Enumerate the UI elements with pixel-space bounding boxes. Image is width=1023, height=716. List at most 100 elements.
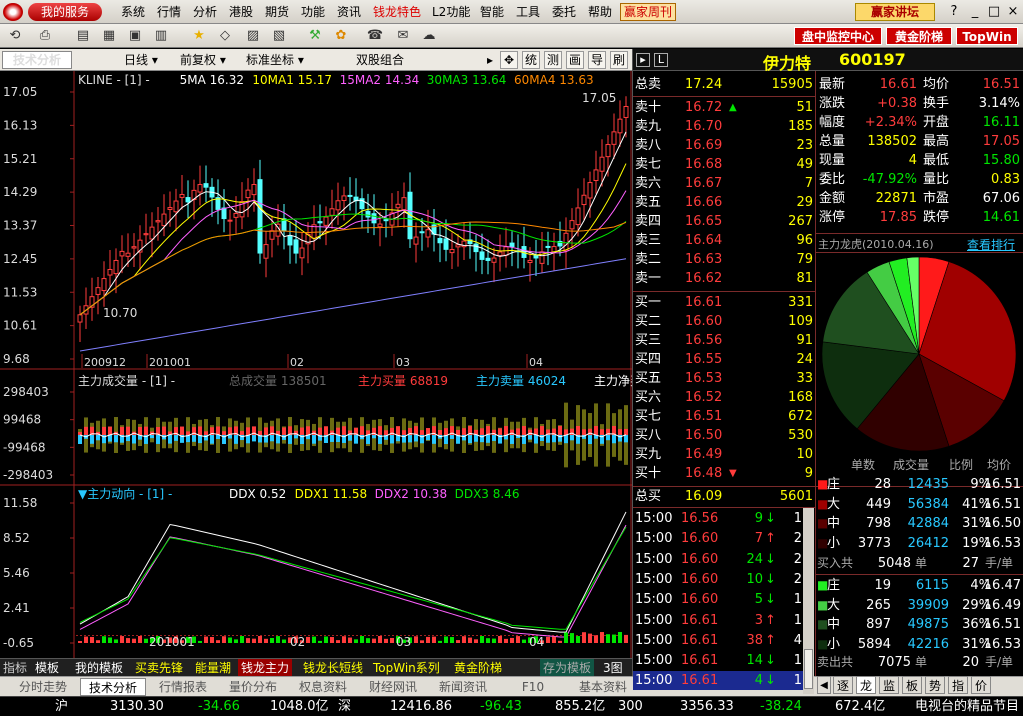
minimize-icon[interactable]: _ xyxy=(966,3,984,21)
stat-label: 最高 xyxy=(923,134,950,149)
candle-body xyxy=(233,212,239,218)
menu-4[interactable]: 期货 xyxy=(265,0,289,24)
menu-9[interactable]: 智能 xyxy=(480,0,504,24)
bid-5-price: 16.52 xyxy=(685,390,723,405)
side-tab-4[interactable]: 势 xyxy=(925,676,945,694)
table-icon[interactable]: ▦ xyxy=(100,27,118,45)
ddx-bar xyxy=(462,636,466,643)
chat-icon[interactable]: ☁ xyxy=(420,27,438,45)
side-tab-6[interactable]: 价 xyxy=(971,676,991,694)
bottom-tab-9[interactable]: 存为模板 xyxy=(540,659,595,677)
chart-icon[interactable]: ▥ xyxy=(152,27,170,45)
flow-count: 265 xyxy=(866,597,891,613)
refresh-button[interactable]: 刷 xyxy=(610,51,628,69)
nav-tab-8[interactable]: 基本资料 xyxy=(570,678,636,696)
sell-bar xyxy=(270,435,274,442)
menu-6[interactable]: 资讯 xyxy=(337,0,361,24)
nav-tab-4[interactable]: 权息资料 xyxy=(290,678,356,696)
menu-10[interactable]: 工具 xyxy=(516,0,540,24)
nav-tab-0[interactable]: 分时走势 xyxy=(10,678,76,696)
print-icon[interactable]: ⎙ xyxy=(36,27,54,45)
ranking-link[interactable]: 查看排行 xyxy=(967,236,1015,253)
kline-ytick: 11.53 xyxy=(3,285,37,299)
export-button[interactable]: 导 xyxy=(588,51,606,69)
quote-board-icon[interactable]: ▤ xyxy=(74,27,92,45)
bottom-tab-6[interactable]: 钱龙长短线 xyxy=(300,659,366,677)
sell-bar xyxy=(96,435,100,441)
maximize-icon[interactable]: □ xyxy=(985,3,1003,21)
side-prev-icon[interactable]: ◀ xyxy=(817,676,831,694)
phone-icon[interactable]: ☎ xyxy=(366,27,384,45)
panel-toggle-icon[interactable]: ▸ xyxy=(636,53,650,67)
grid-icon[interactable]: ▣ xyxy=(126,27,144,45)
kline-chart[interactable]: 17.05 16.13 15.21 14.29 13.37 12.45 11.53 10.61… xyxy=(0,71,632,658)
tick-volume: 14 xyxy=(746,653,763,669)
bottom-tab-5[interactable]: 钱龙主力 xyxy=(238,659,293,677)
side-tab-1[interactable]: 龙 xyxy=(856,676,876,694)
period-select[interactable]: 日线 ▾ xyxy=(124,49,158,71)
bottom-tab-1[interactable]: 模板 xyxy=(32,659,62,677)
side-tab-0[interactable]: 逐 xyxy=(833,676,853,694)
bottom-tab-10[interactable]: 3图 xyxy=(600,659,626,677)
bottom-tab-4[interactable]: 能量潮 xyxy=(192,659,234,677)
tag-icon[interactable]: ◇ xyxy=(216,27,234,45)
tab-technical-analysis[interactable]: 技术分析 xyxy=(2,51,72,69)
menu-0[interactable]: 系统 xyxy=(121,0,145,24)
nav-tab-6[interactable]: 新闻资讯 xyxy=(430,678,496,696)
coord-select[interactable]: 标准坐标 ▾ xyxy=(246,49,304,71)
topwin-button[interactable]: TopWin xyxy=(956,27,1018,45)
star-icon[interactable]: ★ xyxy=(190,27,208,45)
menu-1[interactable]: 行情 xyxy=(157,0,181,24)
side-tab-3[interactable]: 板 xyxy=(902,676,922,694)
weekly-button[interactable]: 赢家周刊 xyxy=(620,3,677,21)
tools-icon[interactable]: ⚒ xyxy=(306,27,324,45)
menu-12[interactable]: 帮助 xyxy=(588,0,612,24)
menu-11[interactable]: 委托 xyxy=(552,0,576,24)
buy-bar xyxy=(402,430,406,435)
tick-price: 16.61 xyxy=(681,632,719,648)
measure-button[interactable]: 测 xyxy=(544,51,562,69)
my-service-button[interactable]: 我的服务 xyxy=(28,3,102,21)
bottom-tab-7[interactable]: TopWin系列 xyxy=(370,659,443,677)
move-icon[interactable]: ✥ xyxy=(500,51,518,69)
kline-legend: 5MA 16.32 xyxy=(180,73,244,87)
menu-8[interactable]: L2功能 xyxy=(432,0,470,24)
refresh-icon[interactable]: ⟲ xyxy=(6,27,24,45)
sell-bar xyxy=(624,435,628,443)
draw-button[interactable]: 画 xyxy=(566,51,584,69)
candle-body xyxy=(569,220,575,230)
bottom-tab-8[interactable]: 黄金阶梯 xyxy=(451,659,505,677)
menu-2[interactable]: 分析 xyxy=(193,0,217,24)
menu-5[interactable]: 功能 xyxy=(301,0,325,24)
stat-button[interactable]: 统 xyxy=(522,51,540,69)
gold-ladder-button[interactable]: 黄金阶梯 xyxy=(886,27,952,45)
side-tab-5[interactable]: 指 xyxy=(948,676,968,694)
bottom-tab-3[interactable]: 买卖先锋 xyxy=(132,659,186,677)
bottom-tab-0[interactable]: 指标 xyxy=(0,659,30,677)
stat-value: 16.61 xyxy=(879,77,917,92)
close-icon[interactable]: × xyxy=(1004,3,1022,21)
nav-tab-7[interactable]: F10 xyxy=(500,678,566,696)
nav-tab-2[interactable]: 行情报表 xyxy=(150,678,216,696)
layout-icon[interactable]: ▨ xyxy=(244,27,262,45)
nav-tab-3[interactable]: 量价分布 xyxy=(220,678,286,696)
nav-tab-5[interactable]: 财经网讯 xyxy=(360,678,426,696)
level-icon[interactable]: L xyxy=(654,53,668,67)
gear-icon[interactable]: ✿ xyxy=(332,27,350,45)
restore-select[interactable]: 前复权 ▾ xyxy=(180,49,226,71)
help-icon[interactable]: ? xyxy=(945,3,963,21)
message-icon[interactable]: ✉ xyxy=(394,27,412,45)
combo-select[interactable]: 双股组合 xyxy=(356,49,404,71)
side-tab-2[interactable]: 监 xyxy=(879,676,899,694)
ddx-bar xyxy=(330,637,334,643)
lecture-button[interactable]: 赢家讲坛 xyxy=(855,3,935,21)
news-icon[interactable]: ▧ xyxy=(270,27,288,45)
buy-bar xyxy=(222,431,226,435)
bottom-tab-2[interactable]: 我的模板 xyxy=(72,659,126,677)
nav-tab-1[interactable]: 技术分析 xyxy=(80,678,146,696)
monitor-center-button[interactable]: 盘中监控中心 xyxy=(794,27,882,45)
tick-scroll-thumb[interactable] xyxy=(804,649,813,689)
menu-7[interactable]: 钱龙特色 xyxy=(373,0,421,24)
menu-3[interactable]: 港股 xyxy=(229,0,253,24)
play-icon[interactable]: ▸ xyxy=(487,49,493,71)
